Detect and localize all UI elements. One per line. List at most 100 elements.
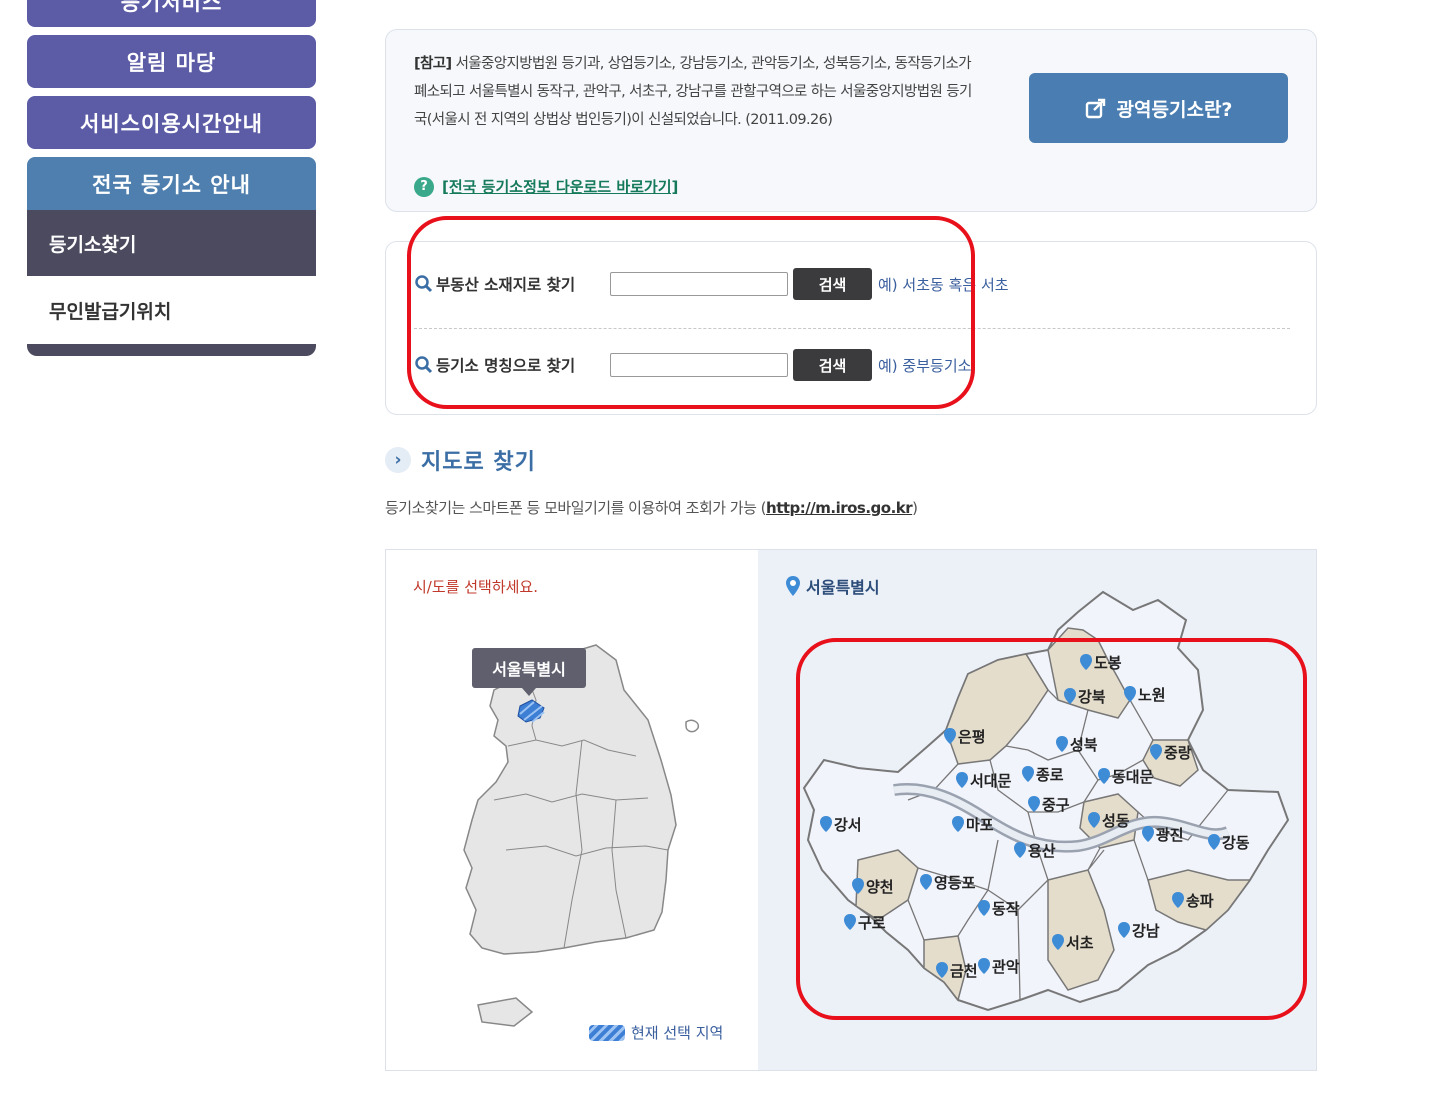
korea-map-panel: 시/도를 선택하세요. 서울특별시 현재 선택 지역 [386, 550, 758, 1070]
district-label: 강남 [1132, 922, 1160, 940]
district-7[interactable]: 종로 [1022, 766, 1064, 784]
korea-map[interactable] [386, 550, 758, 1070]
sidebar-sub-label: 등기소찾기 [49, 233, 137, 256]
seoul-map-panel: 서울특별시 도봉 강북 노원 은평 성북 중랑 서대문 종로 동대문 중구 강서 마포 성동 광진 강동 용산… [758, 550, 1316, 1070]
chevron-right-icon: › [385, 447, 411, 473]
search-label-text: 등기소 명칭으로 찾기 [436, 357, 576, 375]
wide-registry-button[interactable]: 광역등기소란? [1029, 73, 1288, 143]
address-search-example: 예) 서초동 혹은 서초 [878, 275, 1009, 294]
sidebar-item-notice[interactable]: 알림 마당 [27, 35, 316, 88]
sidebar-subitem-kiosk-location[interactable]: 무인발급기위치 [27, 276, 316, 344]
help-icon: ? [414, 176, 434, 197]
district-label: 성북 [1070, 736, 1098, 754]
district-12[interactable]: 성동 [1088, 812, 1130, 830]
district-21[interactable]: 서초 [1052, 934, 1094, 952]
district-24[interactable]: 관악 [978, 958, 1020, 976]
sidebar-label: 서비스이용시간안내 [80, 111, 263, 136]
district-label: 강서 [834, 816, 862, 834]
district-label: 동대문 [1112, 768, 1154, 786]
mobile-site-link[interactable]: http://m.iros.go.kr [766, 499, 913, 517]
notice-text: [참고] 서울중앙지방법원 등기과, 상업등기소, 강남등기소, 관악등기소, … [414, 50, 974, 134]
district-18[interactable]: 송파 [1172, 892, 1214, 910]
district-label: 영등포 [934, 874, 976, 892]
district-19[interactable]: 동작 [978, 900, 1020, 918]
location-pin-icon [844, 914, 856, 930]
search-row-address: 부동산 소재지로 찾기 검색 예) 서초동 혹은 서초 [414, 268, 1009, 300]
download-link-row: ? [전국 등기소정보 다운로드 바로가기] [414, 176, 678, 197]
search-divider [414, 328, 1290, 329]
map-desc-end: ) [912, 499, 918, 517]
district-11[interactable]: 마포 [952, 816, 994, 834]
district-0[interactable]: 도봉 [1080, 654, 1122, 672]
seoul-tag: 서울특별시 [472, 648, 586, 696]
district-14[interactable]: 강동 [1208, 834, 1250, 852]
district-label: 금천 [950, 962, 978, 980]
sidebar-footer-bar [27, 344, 316, 356]
district-16[interactable]: 양천 [852, 878, 894, 896]
sidebar-subitem-find-office[interactable]: 등기소찾기 [27, 210, 316, 276]
district-label: 중랑 [1164, 744, 1192, 762]
district-label: 구로 [858, 914, 886, 932]
magnifier-icon [415, 275, 433, 293]
district-9[interactable]: 중구 [1028, 796, 1070, 814]
map-heading-text: 지도로 찾기 [421, 450, 536, 475]
search-row-office: 등기소 명칭으로 찾기 검색 예) 중부등기소 [414, 349, 971, 381]
notice-prefix: [참고] [414, 56, 452, 72]
district-label: 마포 [966, 816, 994, 834]
sidebar-label: 전국 등기소 안내 [92, 172, 251, 197]
sidebar-item-registry-offices[interactable]: 전국 등기소 안내 [27, 157, 316, 210]
district-label: 송파 [1186, 892, 1214, 910]
office-search-example: 예) 중부등기소 [878, 356, 972, 375]
map-box: 시/도를 선택하세요. 서울특별시 현재 선택 지역 서울특별시 도봉 강북 노… [385, 549, 1317, 1071]
district-10[interactable]: 강서 [820, 816, 862, 834]
address-search-button[interactable]: 검색 [793, 268, 872, 300]
district-2[interactable]: 노원 [1124, 686, 1166, 704]
office-search-input[interactable] [610, 353, 788, 377]
district-label: 관악 [992, 958, 1020, 976]
legend-label: 현재 선택 지역 [631, 1024, 724, 1042]
district-label: 용산 [1028, 842, 1056, 860]
district-label: 강동 [1222, 834, 1250, 852]
magnifier-icon [415, 356, 433, 374]
district-label: 강북 [1078, 688, 1106, 706]
district-label: 서대문 [970, 772, 1012, 790]
district-15[interactable]: 용산 [1014, 842, 1056, 860]
sidebar-sub-label: 무인발급기위치 [49, 300, 172, 323]
download-link[interactable]: [전국 등기소정보 다운로드 바로가기] [442, 176, 678, 197]
district-label: 은평 [958, 728, 986, 746]
district-13[interactable]: 광진 [1142, 826, 1184, 844]
hatch-swatch-icon [589, 1024, 625, 1041]
district-1[interactable]: 강북 [1064, 688, 1106, 706]
search-box: 부동산 소재지로 찾기 검색 예) 서초동 혹은 서초 등기소 명칭으로 찾기 … [385, 241, 1317, 415]
map-section-heading: › 지도로 찾기 [385, 444, 536, 476]
map-desc-text: 등기소찾기는 스마트폰 등 모바일기기를 이용하여 조회가 가능 ( [385, 499, 767, 517]
external-link-icon [1085, 98, 1105, 119]
sidebar-item-service-hours[interactable]: 서비스이용시간안내 [27, 96, 316, 149]
district-label: 서초 [1066, 934, 1094, 952]
district-label: 중구 [1042, 796, 1070, 814]
sidebar-item-registry-service[interactable]: 등기서비스 [27, 0, 316, 27]
district-label: 성동 [1102, 812, 1130, 830]
sidebar-label: 알림 마당 [126, 50, 217, 75]
map-description: 등기소찾기는 스마트폰 등 모바일기기를 이용하여 조회가 가능 (http:/… [385, 497, 918, 518]
district-20[interactable]: 구로 [844, 914, 886, 932]
district-4[interactable]: 성북 [1056, 736, 1098, 754]
address-search-input[interactable] [610, 272, 788, 296]
seoul-district-map[interactable]: 도봉강북 노원은평 성북 중랑서대문 종로 동대문중구강서 마포 성동광진 강동 용산양천 영등포송… [758, 550, 1316, 1070]
district-23[interactable]: 금천 [936, 962, 978, 980]
search-label-address: 부동산 소재지로 찾기 [414, 273, 610, 295]
district-3[interactable]: 은평 [944, 728, 986, 746]
district-22[interactable]: 강남 [1118, 922, 1160, 940]
office-search-button[interactable]: 검색 [793, 349, 872, 381]
district-5[interactable]: 중랑 [1150, 744, 1192, 762]
search-label-text: 부동산 소재지로 찾기 [436, 276, 576, 294]
sidebar-label: 등기서비스 [120, 0, 223, 15]
notice-box: [참고] 서울중앙지방법원 등기과, 상업등기소, 강남등기소, 관악등기소, … [385, 29, 1317, 212]
district-label: 동작 [992, 900, 1020, 918]
district-label: 도봉 [1094, 654, 1122, 672]
district-label: 종로 [1036, 766, 1064, 784]
district-label: 양천 [866, 878, 894, 896]
district-label: 광진 [1156, 826, 1184, 844]
wide-registry-label: 광역등기소란? [1116, 98, 1233, 121]
legend: 현재 선택 지역 [589, 1022, 723, 1043]
